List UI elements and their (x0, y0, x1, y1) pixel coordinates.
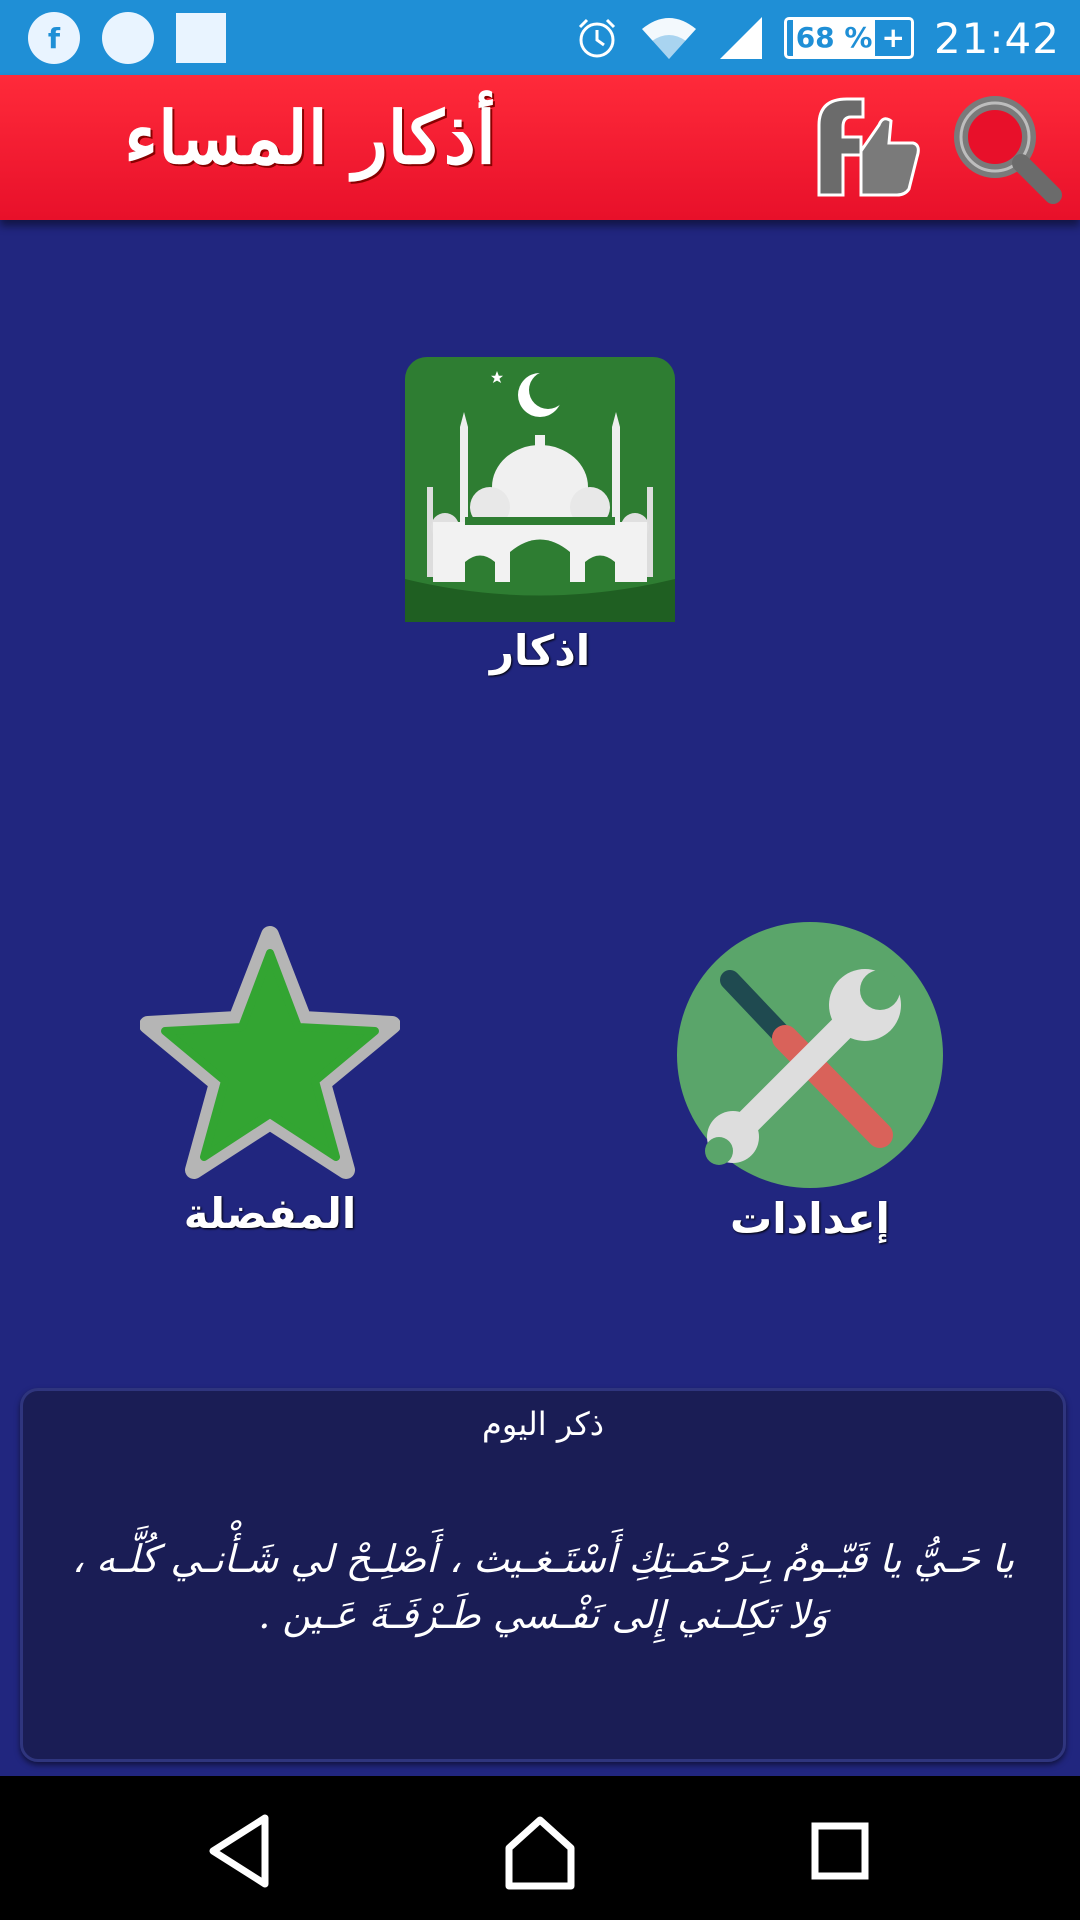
navigation-bar (0, 1776, 1080, 1920)
circle-notification-icon (102, 12, 154, 64)
app-notification-icon: f (28, 12, 80, 64)
notification-icons: f (28, 12, 226, 64)
clock: 21:42 (933, 13, 1060, 63)
daily-dhikr-title: ذكر اليوم (482, 1405, 604, 1443)
azkar-tile[interactable]: اذكار (405, 357, 675, 675)
tools-icon (677, 922, 943, 1188)
charging-icon: + (881, 21, 905, 54)
battery-indicator: 68 % + (783, 17, 914, 59)
facebook-like-icon[interactable] (805, 85, 925, 205)
daily-dhikr-text: يا حَـيُّ يا قَيّـومُ بِـرَحْمَـتِكِ أَس… (71, 1537, 1015, 1637)
settings-label: إعدادات (730, 1194, 890, 1243)
favorites-tile[interactable]: المفضلة (140, 925, 400, 1238)
recents-icon[interactable] (795, 1806, 885, 1896)
status-bar: f 68 % + 21:42 (0, 0, 1080, 75)
azkar-label: اذكار (489, 626, 591, 675)
alarm-icon (578, 18, 615, 58)
app-bar: أذكار المساء (0, 75, 1080, 220)
mosque-icon (405, 357, 675, 622)
system-icons: 68 % + 21:42 (574, 10, 1060, 66)
battery-level: 68 % (792, 20, 876, 56)
back-icon[interactable] (195, 1806, 285, 1896)
daily-dhikr-card: ذكر اليوم يا حَـيُّ يا قَيّـومُ بِـرَحْم… (20, 1388, 1066, 1762)
favorites-label: المفضلة (183, 1189, 357, 1238)
wifi-icon (641, 18, 696, 59)
signal-icon (719, 17, 762, 59)
square-notification-icon (176, 13, 226, 63)
search-icon[interactable] (945, 87, 1065, 207)
app-title: أذكار المساء (124, 95, 496, 180)
star-icon (140, 926, 400, 1179)
home-icon[interactable] (495, 1806, 585, 1896)
settings-tile[interactable]: إعدادات (670, 920, 950, 1243)
